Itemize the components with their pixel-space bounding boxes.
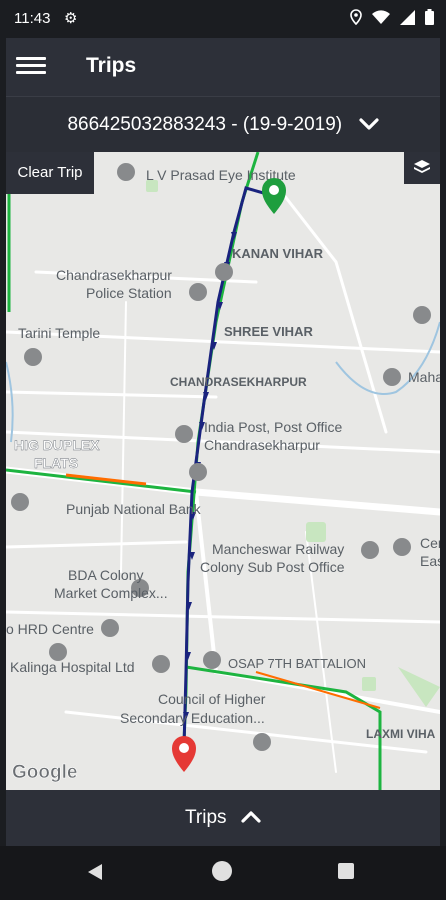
map-label: Secondary Education... <box>120 710 265 726</box>
map-label: o HRD Centre <box>6 621 94 637</box>
hospital-icon <box>393 538 411 556</box>
map-label: Tarini Temple <box>18 325 100 341</box>
chevron-up-icon <box>241 811 261 823</box>
map-label: Mancheswar Railway <box>212 541 344 557</box>
trips-drawer-toggle[interactable]: Trips <box>6 790 440 846</box>
device-selector-label: 866425032883243 - (19-9-2019) <box>67 114 343 135</box>
map-label: Colony Sub Post Office <box>200 559 345 575</box>
page-title: Trips <box>86 54 137 77</box>
temple-icon <box>383 368 401 386</box>
map-label: SHREE VIHAR <box>224 324 313 339</box>
end-marker-icon[interactable] <box>172 736 196 772</box>
park <box>362 677 376 691</box>
road <box>6 390 218 399</box>
place-icon <box>253 733 271 751</box>
status-time: 11:43 <box>14 10 51 27</box>
system-nav-bar <box>0 846 446 900</box>
place-icon <box>413 306 431 324</box>
traffic-line <box>255 671 381 709</box>
traffic-line <box>6 468 197 494</box>
map-label: Cen <box>420 535 440 551</box>
back-icon[interactable] <box>86 863 104 881</box>
map-label: Council of Higher <box>158 691 266 707</box>
google-watermark: Google <box>12 762 77 783</box>
wifi-icon <box>372 9 390 24</box>
map-label: Punjab National Bank <box>66 501 202 517</box>
police-icon <box>189 283 207 301</box>
map-canvas: L V Prasad Eye Institute KANAN VIHAR Cha… <box>6 152 440 790</box>
map-label: Maha <box>408 369 440 385</box>
layers-icon <box>414 160 430 173</box>
hamburger-icon[interactable] <box>16 53 46 79</box>
map-label: Chandrasekharpur <box>56 267 172 283</box>
home-icon[interactable] <box>212 861 232 881</box>
device-selector[interactable]: 866425032883243 - (19-9-2019) <box>6 96 440 153</box>
layers-button[interactable] <box>404 152 440 184</box>
map-label: Kalinga Hospital Ltd <box>10 659 135 675</box>
chevron-down-icon <box>358 118 379 130</box>
map-label: Eas <box>420 553 440 569</box>
recents-icon[interactable] <box>338 863 354 879</box>
map-label: BDA Colony <box>68 567 143 583</box>
status-bar: 11:43 ⚙ <box>0 0 446 38</box>
app-bar: Trips <box>6 38 440 96</box>
map-label: CHANDRASEKHARPUR <box>170 375 307 389</box>
temple-icon <box>24 348 42 366</box>
temple-icon <box>215 263 233 281</box>
map-label: KANAN VIHAR <box>232 246 324 261</box>
map-label: FLATS <box>34 455 78 471</box>
hospital-icon <box>117 163 135 181</box>
place-icon <box>101 619 119 637</box>
water-stream <box>6 361 14 443</box>
map-label: HIG DUPLEX <box>14 437 100 453</box>
map-view[interactable]: L V Prasad Eye Institute KANAN VIHAR Cha… <box>6 152 440 790</box>
road <box>6 540 188 549</box>
start-marker-icon[interactable] <box>262 178 286 214</box>
place-icon <box>11 493 29 511</box>
park <box>306 522 326 542</box>
park <box>398 667 440 707</box>
map-label: Police Station <box>86 285 172 301</box>
post-office-icon <box>361 541 379 559</box>
location-icon <box>350 9 362 25</box>
settings-icon: ⚙ <box>64 10 78 27</box>
map-label: Chandrasekharpur <box>204 437 320 453</box>
hospital-icon <box>152 655 170 673</box>
map-label: OSAP 7TH BATTALION <box>228 656 366 671</box>
post-office-icon <box>175 425 193 443</box>
map-label: LAXMI VIHA <box>366 727 436 741</box>
trips-drawer-label: Trips <box>185 807 227 828</box>
map-label: Market Complex... <box>54 585 168 601</box>
road <box>264 170 388 434</box>
signal-icon <box>400 9 415 25</box>
map-label: India Post, Post Office <box>204 419 342 435</box>
police-icon <box>203 651 221 669</box>
clear-trip-button[interactable]: Clear Trip <box>6 152 94 194</box>
status-icons <box>350 9 434 25</box>
battery-icon <box>425 9 434 25</box>
bus-stop-icon <box>189 463 207 481</box>
